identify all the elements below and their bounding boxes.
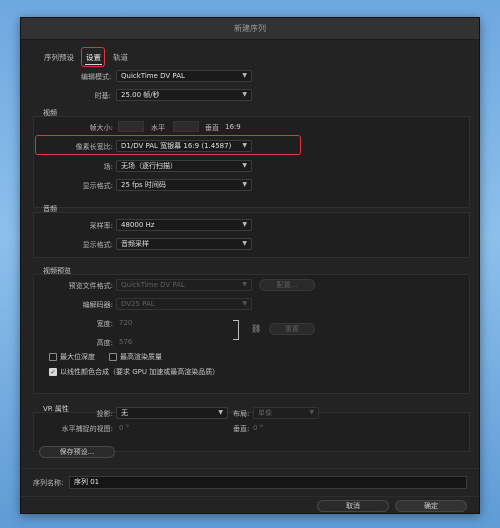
sample-rate-label: 采样率: [89,222,113,230]
chevron-down-icon: ▼ [242,72,247,79]
vertical-view-value: 0 ° [253,424,264,432]
layout-label: 布局: [233,410,250,418]
checkbox-icon [109,353,117,361]
layout-select[interactable]: 单像 ▼ [253,407,319,419]
preview-file-format-value: QuickTime DV PAL [121,281,185,289]
ok-button[interactable]: 确定 [395,500,467,512]
projection-select[interactable]: 无 ▼ [116,407,228,419]
aspect-bracket [233,320,239,340]
pixel-aspect-value: D1/DV PAL 宽银幕 16:9 (1.4587) [121,142,232,150]
fields-value: 无场（逐行扫描） [121,162,177,170]
width-label: 宽度: [96,320,113,328]
tab-sequence-presets[interactable]: 序列预设 [43,51,75,65]
aspect-ratio-text: 16:9 [225,123,241,131]
linear-color-checkbox[interactable]: ✓ 以线性颜色合成（要求 GPU 加速或最高渲染品质） [49,367,219,377]
frame-size-label: 帧大小: [89,124,113,132]
chevron-down-icon: ▼ [218,409,223,416]
editing-mode-label: 编辑模式: [81,73,112,81]
chevron-down-icon: ▼ [242,91,247,98]
checkmark-icon: ✓ [49,368,57,376]
link-icon[interactable]: ⛓ [251,324,261,333]
preview-file-format-select[interactable]: QuickTime DV PAL ▼ [116,279,252,291]
editing-mode-select[interactable]: QuickTime DV PAL ▼ [116,70,252,82]
max-render-quality-checkbox[interactable]: 最高渲染质量 [109,352,162,362]
audio-display-format-label: 显示格式: [82,241,113,249]
sample-rate-value: 48000 Hz [121,221,155,229]
chevron-down-icon: ▼ [309,409,314,416]
codec-value: DV25 PAL [121,300,155,308]
codec-label: 编解码器: [82,301,113,309]
chevron-down-icon: ▼ [242,142,247,149]
chevron-down-icon: ▼ [242,221,247,228]
chevron-down-icon: ▼ [242,181,247,188]
max-render-quality-label: 最高渲染质量 [120,353,162,361]
timebase-select[interactable]: 25.00 帧/秒 ▼ [116,89,252,101]
chevron-down-icon: ▼ [242,162,247,169]
timebase-value: 25.00 帧/秒 [121,91,160,99]
video-display-format-select[interactable]: 25 fps 时间码 ▼ [116,179,252,191]
sample-rate-select[interactable]: 48000 Hz ▼ [116,219,252,231]
horizontal-view-label: 水平捕捉的视图: [61,425,113,433]
chevron-down-icon: ▼ [242,300,247,307]
projection-label: 投影: [96,410,113,418]
width-value: 720 [119,319,133,327]
max-bit-depth-checkbox[interactable]: 最大位深度 [49,352,95,362]
reset-button[interactable]: 重置 [269,323,315,335]
sequence-name-label: 序列名称: [33,479,64,487]
height-label: 高度: [96,339,113,347]
chevron-down-icon: ▼ [242,281,247,288]
codec-select[interactable]: DV25 PAL ▼ [116,298,252,310]
frame-height-field [173,121,199,132]
fields-select[interactable]: 无场（逐行扫描） ▼ [116,160,252,172]
fields-label: 场: [103,163,113,171]
new-sequence-dialog: 新建序列 序列预设 设置 轨道 编辑模式: QuickTime DV PAL ▼… [20,17,480,514]
video-display-format-value: 25 fps 时间码 [121,181,166,189]
audio-display-format-select[interactable]: 音频采样 ▼ [116,238,252,250]
pixel-aspect-label: 像素长宽比: [75,143,113,151]
checkbox-icon [49,353,57,361]
frame-width-field [118,121,144,132]
footer-divider [21,468,479,469]
preview-file-format-label: 预览文件格式: [68,282,113,290]
sequence-name-input[interactable]: 序列 01 [69,476,467,489]
configure-button[interactable]: 配置... [259,279,315,291]
tab-settings[interactable]: 设置 [85,51,102,65]
max-bit-depth-label: 最大位深度 [60,353,95,361]
tab-tracks[interactable]: 轨道 [112,51,129,65]
pixel-aspect-select[interactable]: D1/DV PAL 宽银幕 16:9 (1.4587) ▼ [116,140,252,152]
layout-value: 单像 [258,409,272,417]
editing-mode-value: QuickTime DV PAL [121,72,185,80]
timebase-label: 时基: [94,92,111,100]
height-value: 576 [119,338,133,346]
linear-color-label: 以线性颜色合成（要求 GPU 加速或最高渲染品质） [60,368,220,376]
horizontal-view-value: 0 ° [119,424,130,432]
cancel-button[interactable]: 取消 [317,500,389,512]
audio-display-format-value: 音频采样 [121,240,149,248]
vertical-view-label: 垂直: [233,425,250,433]
tab-bar: 序列预设 设置 轨道 [43,51,129,65]
projection-value: 无 [121,409,128,417]
horizontal-label: 水平 [151,124,165,132]
video-display-format-label: 显示格式: [82,182,113,190]
dialog-title: 新建序列 [21,18,479,40]
save-preset-button[interactable]: 保存预设... [39,446,115,458]
footer-divider-bottom [21,496,479,497]
chevron-down-icon: ▼ [242,240,247,247]
vertical-label: 垂直 [205,124,219,132]
